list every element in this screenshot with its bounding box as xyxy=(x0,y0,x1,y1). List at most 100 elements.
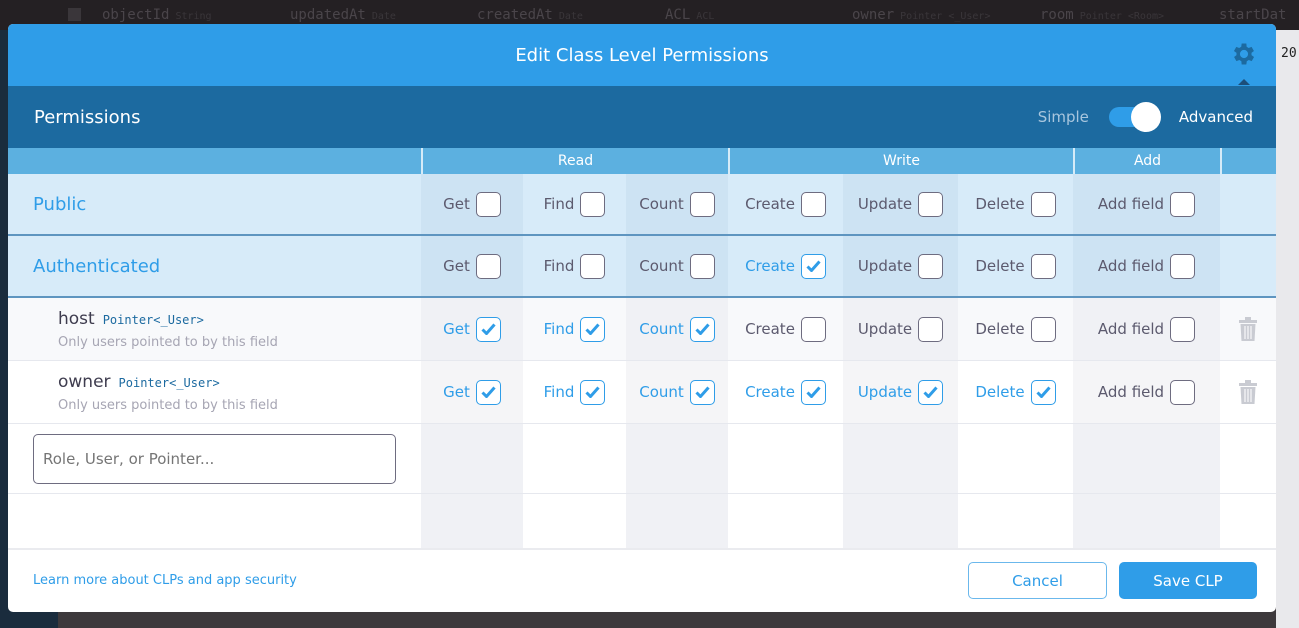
cancel-button[interactable]: Cancel xyxy=(968,562,1107,599)
group-read: Read xyxy=(421,148,728,174)
field-subtitle: Only users pointed to by this field xyxy=(58,334,278,350)
permission-checkbox[interactable] xyxy=(800,379,826,405)
trash-icon[interactable] xyxy=(1239,380,1257,404)
field-type: Pointer<_User> xyxy=(118,375,220,390)
permission-cell: Count xyxy=(626,298,728,360)
permission-label: Get xyxy=(443,257,470,275)
permission-checkbox[interactable] xyxy=(580,316,606,342)
permission-checkbox[interactable] xyxy=(689,191,715,217)
permission-checkbox[interactable] xyxy=(1030,316,1056,342)
permissions-bar: Permissions Simple Advanced xyxy=(8,86,1276,148)
background-cell: 20 xyxy=(1281,46,1297,61)
permission-checkbox[interactable] xyxy=(918,191,944,217)
permission-checkbox[interactable] xyxy=(689,253,715,279)
permission-checkbox[interactable] xyxy=(918,379,944,405)
permission-label: Count xyxy=(639,195,684,213)
permission-cell: Delete xyxy=(958,298,1073,360)
permission-label: Update xyxy=(857,320,913,338)
permission-cell: Count xyxy=(626,174,728,234)
permission-cell: Delete xyxy=(958,236,1073,296)
advanced-label[interactable]: Advanced xyxy=(1179,108,1253,126)
permission-cell: Delete xyxy=(958,174,1073,234)
permission-cell: Update xyxy=(843,298,958,360)
permission-label: Find xyxy=(543,257,575,275)
permission-label: Find xyxy=(543,383,575,401)
permission-checkbox[interactable] xyxy=(475,253,501,279)
permission-label: Get xyxy=(443,320,470,338)
field-name: host xyxy=(58,308,95,329)
permission-cell: Add field xyxy=(1073,174,1220,234)
permission-cell: Add field xyxy=(1073,236,1220,296)
permission-label: Get xyxy=(443,383,470,401)
permission-checkbox[interactable] xyxy=(1170,253,1196,279)
permission-checkbox[interactable] xyxy=(1030,191,1056,217)
learn-more-link[interactable]: Learn more about CLPs and app security xyxy=(33,573,968,588)
permission-cell: Add field xyxy=(1073,298,1220,360)
caret-up-icon xyxy=(1238,79,1250,85)
modal-title: Edit Class Level Permissions xyxy=(515,44,769,66)
permission-label: Delete xyxy=(975,195,1025,213)
permission-label: Create xyxy=(745,383,795,401)
permission-label: Count xyxy=(639,320,684,338)
edit-clp-modal: Edit Class Level Permissions Permissions… xyxy=(8,24,1276,612)
background-column-header: owner Pointer <_User> xyxy=(852,7,991,23)
group-add: Add xyxy=(1073,148,1220,174)
permission-checkbox[interactable] xyxy=(689,316,715,342)
permission-row: Authenticated Get Find Count Create Update Del… xyxy=(8,236,1276,298)
permission-cell: Update xyxy=(843,361,958,423)
modal-header: Edit Class Level Permissions xyxy=(8,24,1276,86)
permission-label: Add field xyxy=(1097,320,1165,338)
permission-label: Create xyxy=(745,195,795,213)
permission-cell: Create xyxy=(728,298,843,360)
permission-checkbox[interactable] xyxy=(800,191,826,217)
permission-cell: Get xyxy=(421,298,523,360)
save-clp-button[interactable]: Save CLP xyxy=(1119,562,1257,599)
permission-checkbox[interactable] xyxy=(918,316,944,342)
background-column-header: ACL ACL xyxy=(665,7,715,23)
permission-checkbox[interactable] xyxy=(580,253,606,279)
group-write: Write xyxy=(728,148,1073,174)
permission-cell: Find xyxy=(523,298,626,360)
permission-checkbox[interactable] xyxy=(800,316,826,342)
permission-checkbox[interactable] xyxy=(918,253,944,279)
permission-label: Create xyxy=(745,257,795,275)
permission-checkbox[interactable] xyxy=(1030,379,1056,405)
permission-cell: Get xyxy=(421,361,523,423)
permission-checkbox[interactable] xyxy=(800,253,826,279)
permission-label: Find xyxy=(543,195,575,213)
row-label: Public xyxy=(33,193,87,215)
row-label: Authenticated xyxy=(33,255,161,277)
check-icon xyxy=(806,260,821,272)
gear-icon[interactable] xyxy=(1230,40,1258,68)
trash-icon[interactable] xyxy=(1239,317,1257,341)
permission-checkbox[interactable] xyxy=(475,316,501,342)
permission-cell: Create xyxy=(728,174,843,234)
simple-label[interactable]: Simple xyxy=(1038,108,1089,126)
permission-cell: Find xyxy=(523,236,626,296)
permission-label: Update xyxy=(857,195,913,213)
empty-row xyxy=(8,494,1276,548)
permission-checkbox[interactable] xyxy=(689,379,715,405)
permission-cell: Delete xyxy=(958,361,1073,423)
background-table xyxy=(1276,30,1299,628)
permission-checkbox[interactable] xyxy=(475,379,501,405)
permissions-label: Permissions xyxy=(34,106,141,128)
permission-checkbox[interactable] xyxy=(475,191,501,217)
permission-checkbox[interactable] xyxy=(1030,253,1056,279)
role-user-pointer-input[interactable] xyxy=(33,433,396,484)
permission-cell: Get xyxy=(421,236,523,296)
permission-checkbox[interactable] xyxy=(1170,316,1196,342)
select-all-checkbox[interactable] xyxy=(68,8,81,21)
permission-row: owner Pointer<_User> Only users pointed to… xyxy=(8,361,1276,424)
permission-label: Count xyxy=(639,383,684,401)
permission-label: Delete xyxy=(975,320,1025,338)
permission-label: Add field xyxy=(1097,195,1165,213)
permission-checkbox[interactable] xyxy=(1170,191,1196,217)
permission-checkbox[interactable] xyxy=(580,379,606,405)
mode-toggle[interactable] xyxy=(1108,102,1163,132)
permission-cell: Count xyxy=(626,361,728,423)
check-icon xyxy=(806,386,821,398)
permission-checkbox[interactable] xyxy=(1170,379,1196,405)
field-subtitle: Only users pointed to by this field xyxy=(58,397,278,413)
permission-checkbox[interactable] xyxy=(580,191,606,217)
